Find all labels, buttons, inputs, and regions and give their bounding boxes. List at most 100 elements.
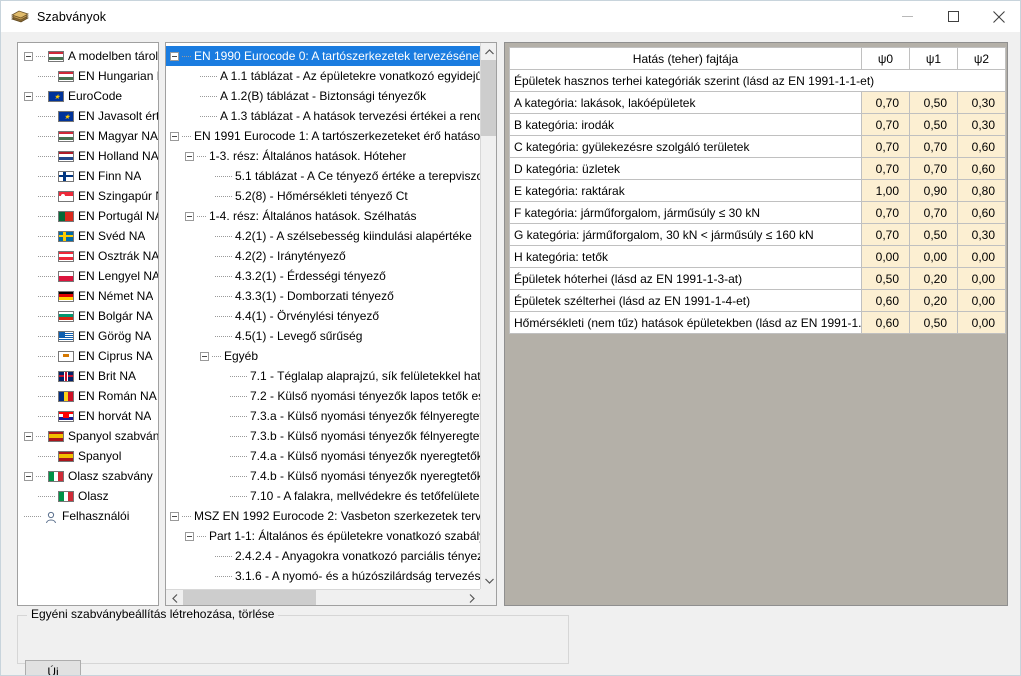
table-cell-value[interactable]: 0,70 (861, 157, 910, 180)
table-cell-value[interactable]: 0,50 (861, 267, 910, 290)
table-row[interactable]: G kategória: járműforgalom, 30 kN < járm… (509, 223, 1006, 246)
collapse-icon[interactable] (24, 471, 33, 481)
standards-detail-panel[interactable]: EN 1990 Eurocode 0: A tartószerkezetek t… (165, 42, 497, 606)
tree-item[interactable]: EN 1990 Eurocode 0: A tartószerkezetek t… (166, 46, 482, 66)
collapse-icon[interactable] (185, 211, 194, 221)
scroll-down-icon[interactable] (481, 572, 496, 589)
tree-item[interactable]: Spanyol (18, 446, 158, 466)
tree-item[interactable]: A 1.1 táblázat - Az épületekre vonatkozó… (166, 66, 482, 86)
maximize-button[interactable] (930, 1, 976, 32)
table-cell-value[interactable]: 0,60 (957, 201, 1006, 224)
tree-item[interactable]: 4.3.2(1) - Érdességi tényező (166, 266, 482, 286)
tree-item[interactable]: Felhasználói (18, 506, 158, 526)
tree-item[interactable]: EN Finn NA (18, 166, 158, 186)
tree-item[interactable]: EN Portugál NA (18, 206, 158, 226)
table-row[interactable]: B kategória: irodák 0,70 0,50 0,30 (509, 113, 1006, 136)
table-header-cell[interactable]: ψ1 (909, 47, 958, 70)
tree-item[interactable]: 5.2(8) - Hőmérsékleti tényező Ct (166, 186, 482, 206)
table-row[interactable]: D kategória: üzletek 0,70 0,70 0,60 (509, 157, 1006, 180)
table-cell-value[interactable]: 0,30 (957, 113, 1006, 136)
table-cell-value[interactable]: 0,20 (909, 289, 958, 312)
tree-item[interactable]: Spanyol szabvány (18, 426, 158, 446)
table-cell-value[interactable]: 0,70 (909, 201, 958, 224)
tree-item[interactable]: EN Hungarian N (18, 66, 158, 86)
tree-item[interactable]: A 1.3 táblázat - A hatások tervezési ért… (166, 106, 482, 126)
tree-item[interactable]: 4.3.3(1) - Domborzati tényező (166, 286, 482, 306)
tree-item[interactable]: A modelben tárolt, ; (18, 46, 158, 66)
collapse-icon[interactable] (170, 131, 179, 141)
detail-tree-vertical-scrollbar[interactable] (480, 43, 496, 605)
tree-item[interactable]: MSZ EN 1992 Eurocode 2: Vasbeton szerkez… (166, 506, 482, 526)
table-row[interactable]: F kategória: járműforgalom, járműsúly ≤ … (509, 201, 1006, 224)
tree-item[interactable]: EN Brit NA (18, 366, 158, 386)
collapse-icon[interactable] (185, 531, 194, 541)
tree-item[interactable]: EN Német NA (18, 286, 158, 306)
table-cell-value[interactable]: 0,70 (861, 113, 910, 136)
table-cell-value[interactable]: 0,00 (957, 289, 1006, 312)
standards-source-tree[interactable]: A modelben tárolt, ; EN Hungarian N ★ EuroC… (18, 43, 158, 526)
table-cell-value[interactable]: 0,70 (861, 223, 910, 246)
table-row[interactable]: Épületek hóterhei (lásd az EN 1991-1-3-a… (509, 267, 1006, 290)
collapse-icon[interactable] (170, 511, 179, 521)
tree-item[interactable]: 4.5(1) - Levegő sűrűség (166, 326, 482, 346)
tree-item[interactable]: 7.3.b - Külső nyomási tényezők félnyereg… (166, 426, 482, 446)
tree-item[interactable]: 1-3. rész: Általános hatások. Hóteher (166, 146, 482, 166)
tree-item[interactable]: EN horvát NA (18, 406, 158, 426)
standards-source-panel[interactable]: A modelben tárolt, ; EN Hungarian N ★ EuroC… (17, 42, 159, 606)
tree-item[interactable]: 2.4.2.4 - Anyagokra vonatkozó parciális … (166, 546, 482, 566)
table-row[interactable]: H kategória: tetők 0,00 0,00 0,00 (509, 245, 1006, 268)
scroll-right-icon[interactable] (463, 590, 480, 605)
tree-item[interactable]: 4.2(1) - A szélsebesség kiindulási alapé… (166, 226, 482, 246)
table-header-cell[interactable]: Hatás (teher) fajtája (509, 47, 862, 70)
tree-item[interactable]: 3.1.6 - A nyomó- és a húzószilárdság ter… (166, 566, 482, 586)
tree-item[interactable]: 7.4.b - Külső nyomási tényezők nyeregtet… (166, 466, 482, 486)
tree-item[interactable]: ★ EuroCode (18, 86, 158, 106)
tree-item[interactable]: EN Román NA (18, 386, 158, 406)
table-cell-value[interactable]: 0,50 (909, 91, 958, 114)
table-row[interactable]: C kategória: gyülekezésre szolgáló terül… (509, 135, 1006, 158)
tree-item[interactable]: 7.1 - Téglalap alaprajzú, sík felületekk… (166, 366, 482, 386)
tree-item[interactable]: EN Szingapúr N (18, 186, 158, 206)
collapse-icon[interactable] (200, 351, 209, 361)
scroll-left-icon[interactable] (166, 590, 183, 605)
table-cell-value[interactable]: 0,00 (861, 245, 910, 268)
collapse-icon[interactable] (24, 431, 33, 441)
tree-item[interactable]: EN Lengyel NA (18, 266, 158, 286)
tree-item[interactable]: EN Bolgár NA (18, 306, 158, 326)
table-cell-value[interactable]: 0,50 (909, 311, 958, 334)
close-button[interactable] (976, 1, 1020, 32)
tree-item[interactable]: ★ EN Javasolt ért (18, 106, 158, 126)
tree-item[interactable]: A 1.2(B) táblázat - Biztonsági tényezők (166, 86, 482, 106)
table-row[interactable]: Épületek hasznos terhei kategóriák szeri… (509, 69, 1006, 92)
collapse-icon[interactable] (24, 51, 33, 61)
table-cell-value[interactable]: 0,70 (909, 135, 958, 158)
table-header-cell[interactable]: ψ0 (861, 47, 910, 70)
tree-item[interactable]: Olasz szabvány (18, 466, 158, 486)
table-cell-value[interactable]: 0,70 (861, 91, 910, 114)
tree-item[interactable]: 4.2(2) - Iránytényező (166, 246, 482, 266)
detail-tree-horizontal-scrollbar[interactable] (166, 589, 480, 605)
tree-item[interactable]: EN Ciprus NA (18, 346, 158, 366)
table-cell-value[interactable]: 0,00 (957, 267, 1006, 290)
tree-item[interactable]: EN Osztrák NA (18, 246, 158, 266)
collapse-icon[interactable] (185, 151, 194, 161)
tree-item[interactable]: Olasz (18, 486, 158, 506)
standards-detail-tree[interactable]: EN 1990 Eurocode 0: A tartószerkezetek t… (166, 43, 482, 605)
table-cell-value[interactable]: 0,90 (909, 179, 958, 202)
tree-item[interactable]: 4.4(1) - Örvénylési tényező (166, 306, 482, 326)
table-row[interactable]: A kategória: lakások, lakóépületek 0,70 0,… (509, 91, 1006, 114)
tree-item[interactable]: 5.1 táblázat - A Ce tényező értéke a ter… (166, 166, 482, 186)
table-header-cell[interactable]: ψ2 (957, 47, 1006, 70)
collapse-icon[interactable] (170, 51, 179, 61)
table-cell-value[interactable]: 0,60 (957, 157, 1006, 180)
tree-item[interactable]: EN Svéd NA (18, 226, 158, 246)
table-cell-value[interactable]: 0,60 (861, 289, 910, 312)
table-cell-value[interactable]: 0,80 (957, 179, 1006, 202)
tree-item[interactable]: 7.2 - Külső nyomási tényezők lapos tetők… (166, 386, 482, 406)
new-button[interactable]: Új (25, 660, 81, 675)
table-cell-value[interactable]: 0,00 (909, 245, 958, 268)
tree-item[interactable]: EN Magyar NA (18, 126, 158, 146)
table-cell-value[interactable]: 0,60 (957, 135, 1006, 158)
tree-item[interactable]: EN 1991 Eurocode 1: A tartószerkezeteket… (166, 126, 482, 146)
tree-item[interactable]: Egyéb (166, 346, 482, 366)
